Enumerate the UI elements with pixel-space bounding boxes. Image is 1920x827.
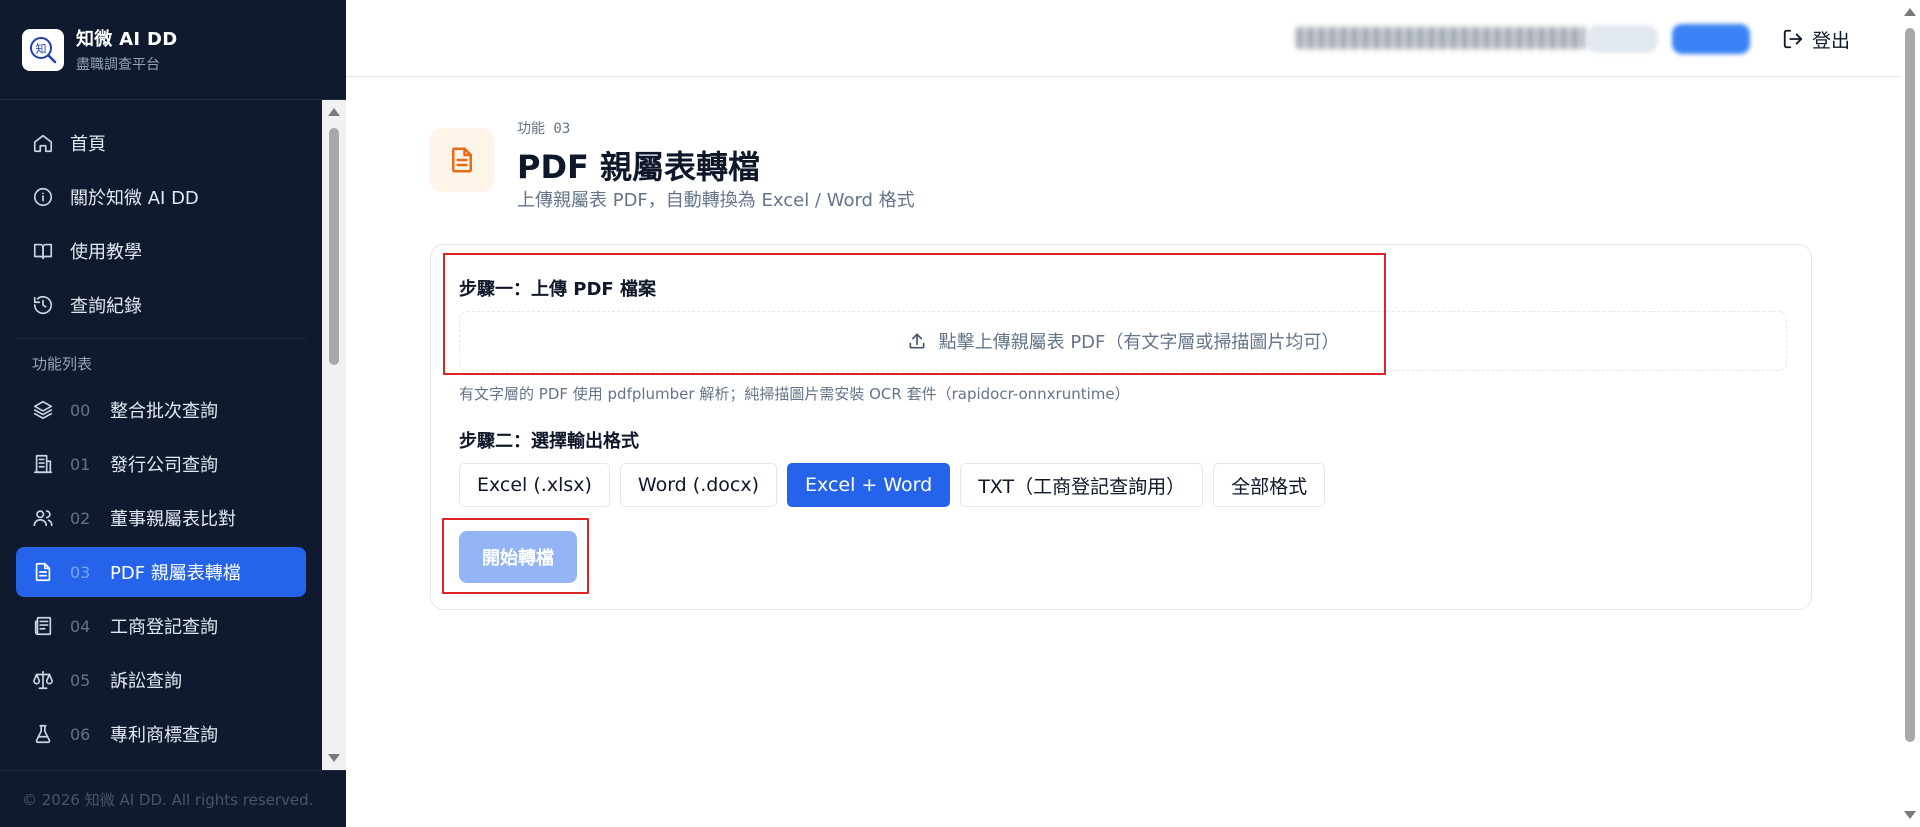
scale-icon — [30, 667, 56, 693]
step1-label: 步驟一：上傳 PDF 檔案 — [459, 279, 656, 300]
scroll-down-arrow-icon[interactable] — [1904, 811, 1916, 819]
sidebar-item-label: 工商登記查詢 — [110, 617, 218, 638]
sidebar-item-label: 訴訟查詢 — [110, 671, 182, 692]
feature-number: 06 — [70, 724, 91, 744]
start-convert-button[interactable]: 開始轉檔 — [459, 531, 577, 583]
building-icon — [30, 451, 56, 477]
page-icon — [430, 128, 494, 192]
sidebar-item-patent-trademark[interactable]: 06 專利商標查詢 — [16, 709, 306, 759]
sidebar-item-batch-query[interactable]: 00 整合批次查詢 — [16, 385, 306, 435]
layers-icon — [30, 397, 56, 423]
format-option-excel-word[interactable]: Excel + Word — [787, 463, 951, 507]
sidebar-item-issuer-query[interactable]: 01 發行公司查詢 — [16, 439, 306, 489]
sidebar-item-label: 發行公司查詢 — [110, 455, 218, 476]
user-email-redacted — [1296, 27, 1586, 49]
sidebar-item-litigation[interactable]: 05 訴訟查詢 — [16, 655, 306, 705]
page-scroll-thumb[interactable] — [1905, 28, 1915, 742]
nav-divider — [16, 338, 306, 339]
logout-label: 登出 — [1812, 29, 1851, 52]
upload-icon — [909, 333, 925, 349]
scroll-up-arrow-icon[interactable] — [328, 108, 340, 116]
sidebar-item-label: 董事親屬表比對 — [110, 509, 236, 530]
pdf-upload-dropzone[interactable]: 點擊上傳親屬表 PDF（有文字層或掃描圖片均可） — [459, 311, 1787, 371]
feature-number: 01 — [70, 454, 91, 474]
info-icon — [30, 184, 56, 210]
flask-icon — [30, 721, 56, 747]
nav-section-title: 功能列表 — [32, 355, 93, 373]
sidebar-item-about[interactable]: 關於知微 AI DD — [16, 172, 306, 222]
sidebar-item-label: 關於知微 AI DD — [70, 188, 199, 209]
upload-hint: 有文字層的 PDF 使用 pdfplumber 解析；純掃描圖片需安裝 OCR … — [459, 385, 1130, 403]
brand[interactable]: 知 知微 AI DD 盡職調查平台 — [0, 0, 346, 100]
sidebar-scrollbar[interactable] — [322, 100, 346, 770]
brand-title: 知微 AI DD — [76, 29, 178, 50]
top-bar: 登出 — [346, 0, 1900, 77]
sidebar: 知 知微 AI DD 盡職調查平台 首頁 關於知微 AI DD 使用教學 查詢紀… — [0, 0, 346, 827]
logo-char: 知 — [36, 41, 47, 55]
page-scrollbar[interactable] — [1900, 0, 1920, 827]
sidebar-item-business-registry[interactable]: 04 工商登記查詢 — [16, 601, 306, 651]
sidebar-scroll-thumb[interactable] — [329, 128, 339, 365]
sidebar-footer: © 2026 知微 AI DD. All rights reserved. — [0, 770, 346, 827]
history-icon — [30, 292, 56, 318]
sidebar-item-pdf-convert[interactable]: 03 PDF 親屬表轉檔 — [16, 547, 306, 597]
sidebar-item-director-compare[interactable]: 02 董事親屬表比對 — [16, 493, 306, 543]
book-icon — [30, 238, 56, 264]
page-subtitle: 上傳親屬表 PDF，自動轉換為 Excel / Word 格式 — [517, 190, 915, 211]
user-badge-redacted[interactable] — [1672, 24, 1750, 54]
sidebar-item-history[interactable]: 查詢紀錄 — [16, 280, 306, 330]
document-icon — [452, 147, 472, 173]
format-options: Excel (.xlsx) Word (.docx) Excel + Word … — [459, 463, 1335, 507]
logout-button[interactable]: 登出 — [1782, 24, 1850, 54]
sidebar-item-label: 專利商標查詢 — [110, 725, 218, 746]
logo-icon: 知 — [22, 28, 64, 71]
user-role-redacted — [1586, 25, 1658, 53]
scroll-down-arrow-icon[interactable] — [328, 754, 340, 762]
logout-icon — [1783, 29, 1803, 49]
sidebar-item-tutorial[interactable]: 使用教學 — [16, 226, 306, 276]
step2-label: 步驟二：選擇輸出格式 — [459, 431, 639, 452]
format-option-txt[interactable]: TXT（工商登記查詢用） — [960, 463, 1204, 507]
feature-meta: 功能 03 — [517, 121, 571, 137]
newspaper-icon — [30, 613, 56, 639]
sidebar-item-label: 使用教學 — [70, 242, 142, 263]
page-title: PDF 親屬表轉檔 — [517, 148, 761, 186]
document-icon — [30, 559, 56, 585]
home-icon — [30, 130, 56, 156]
scroll-up-arrow-icon[interactable] — [1904, 8, 1916, 16]
sidebar-nav: 首頁 關於知微 AI DD 使用教學 查詢紀錄 功能列表 00 整合批次查詢 0… — [0, 100, 322, 770]
magnifier-logo-icon: 知 — [30, 36, 57, 63]
feature-number: 05 — [70, 670, 91, 690]
format-option-docx[interactable]: Word (.docx) — [619, 463, 778, 507]
sidebar-item-label: 首頁 — [70, 134, 106, 155]
users-icon — [30, 505, 56, 531]
format-option-xlsx[interactable]: Excel (.xlsx) — [459, 463, 610, 507]
brand-subtitle: 盡職調查平台 — [76, 57, 160, 73]
feature-number: 02 — [70, 508, 91, 528]
sidebar-item-label: 查詢紀錄 — [70, 296, 142, 317]
sidebar-item-label: PDF 親屬表轉檔 — [110, 563, 241, 584]
format-option-all[interactable]: 全部格式 — [1213, 463, 1326, 507]
feature-number: 04 — [70, 616, 91, 636]
feature-number: 03 — [70, 562, 91, 582]
sidebar-item-home[interactable]: 首頁 — [16, 118, 306, 168]
convert-card: 步驟一：上傳 PDF 檔案 點擊上傳親屬表 PDF（有文字層或掃描圖片均可） 有… — [430, 244, 1812, 610]
upload-label: 點擊上傳親屬表 PDF（有文字層或掃描圖片均可） — [938, 332, 1340, 353]
sidebar-item-label: 整合批次查詢 — [110, 401, 218, 422]
feature-number: 00 — [70, 400, 91, 420]
